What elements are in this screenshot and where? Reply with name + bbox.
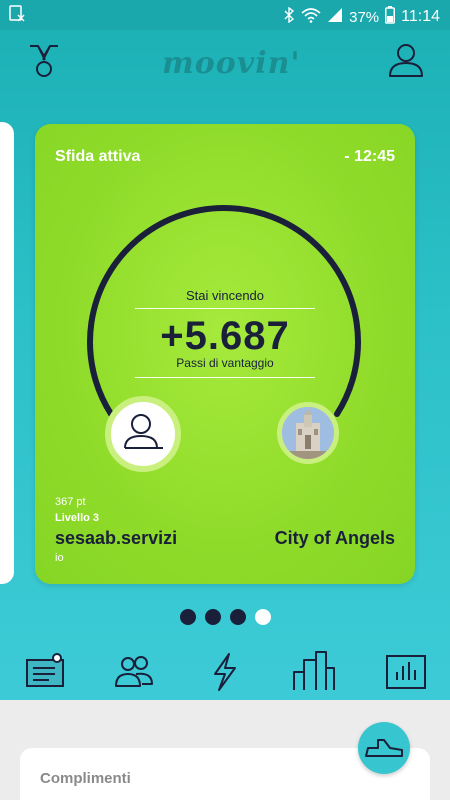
divider [135,308,315,309]
status-bar: 37% 11:14 [0,0,450,30]
my-tag: io [55,552,64,564]
logo-text: moovin' [162,46,301,81]
signal-icon [327,7,343,27]
profile-icon[interactable] [386,40,426,80]
medal-icon[interactable] [24,40,64,80]
my-avatar[interactable] [105,396,181,472]
wifi-icon [301,7,321,27]
congrats-title: Complimenti [40,770,131,787]
advantage-label: Passi di vantaggio [176,356,274,370]
bluetooth-icon [283,6,295,27]
lightning-icon[interactable] [203,650,247,694]
battery-percent: 37% [349,8,380,26]
previous-card[interactable] [0,122,14,584]
divider [135,377,315,378]
battery-icon [385,6,396,28]
news-icon[interactable] [23,650,67,694]
user-icon [124,414,163,449]
app-header: moovin' [0,30,450,90]
shoe-button[interactable] [358,722,410,774]
city-icon[interactable] [292,650,336,694]
opponent-avatar[interactable] [277,402,339,464]
my-level: Livello 3 [55,512,100,524]
friends-icon[interactable] [112,650,156,694]
advantage-value: +5.687 [160,314,290,358]
pager-dot-active[interactable] [255,609,271,625]
stats-icon[interactable] [384,650,428,694]
church-image [282,407,334,459]
pager-dot[interactable] [205,609,221,625]
bottom-nav [0,650,450,696]
pager-dot[interactable] [230,609,246,625]
carousel-pager [180,609,271,625]
shoe-icon [365,739,403,757]
opponent-name: City of Angels [274,528,395,548]
moovin-logo: moovin' [162,44,301,82]
challenge-status: Stai vincendo [185,288,265,303]
clock: 11:14 [401,8,440,25]
my-points: 367 pt [55,496,86,508]
my-name: sesaab.servizi [55,528,178,548]
challenge-card[interactable]: Sfida attiva - 12:45 Stai vincendo +5.68… [35,124,415,584]
notification-icon [8,5,26,27]
pager-dot[interactable] [180,609,196,625]
